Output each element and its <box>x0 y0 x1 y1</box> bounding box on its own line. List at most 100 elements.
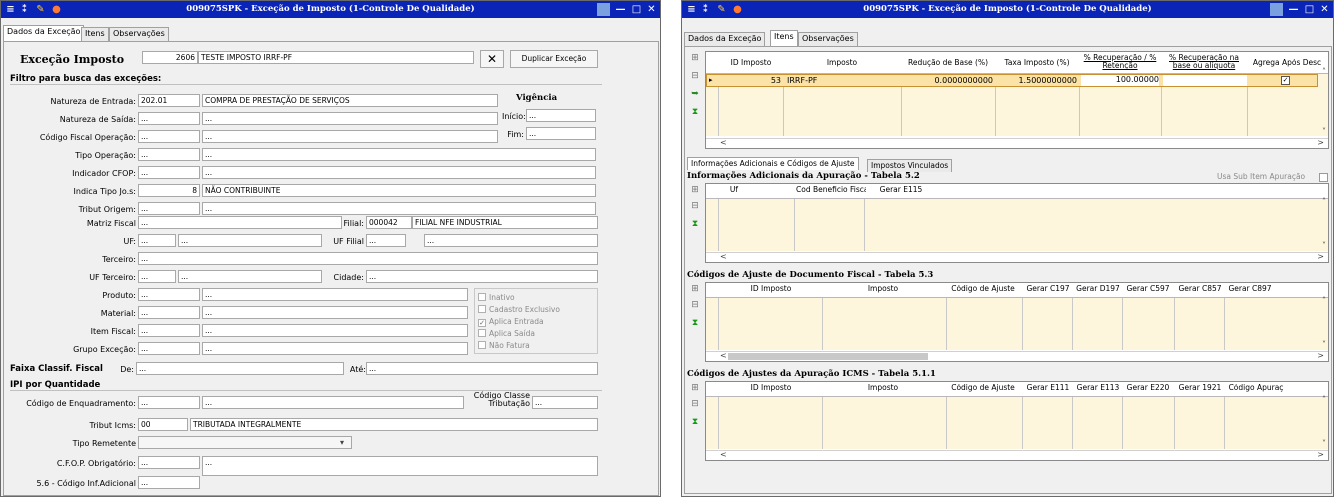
h-scrollbar[interactable]: < > <box>706 351 1328 361</box>
cell-recup-base[interactable] <box>1163 75 1247 86</box>
scroll-up-icon[interactable]: ˄ <box>1322 68 1326 76</box>
filter-icon[interactable]: ⧗ <box>689 417 701 427</box>
column-header[interactable]: Gerar E113 <box>1074 384 1122 392</box>
column-header[interactable]: Código de Ajuste <box>948 384 1018 392</box>
h-scrollbar[interactable]: < > <box>706 450 1328 460</box>
column-header[interactable]: Gerar C597 <box>1124 285 1172 293</box>
flag-checkbox[interactable]: ✓ Aplica Entrada <box>478 317 544 327</box>
column-header[interactable]: Gerar E220 <box>1124 384 1172 392</box>
title-bar[interactable]: ≡ ⁑ ✎ ● 009075SPK - Exceção de Imposto (… <box>682 1 1333 18</box>
de-field[interactable]: ... <box>136 362 344 375</box>
cell-recup[interactable]: 100.00000 <box>1081 75 1159 86</box>
insert-row-icon[interactable]: ⊞ <box>689 185 701 195</box>
column-header[interactable]: Gerar E115 <box>866 186 936 194</box>
scroll-down-icon[interactable]: ˅ <box>1322 128 1326 136</box>
close-button[interactable]: ✕ <box>1317 3 1332 16</box>
cell-taxa[interactable]: 1.5000000000 <box>997 76 1077 85</box>
delete-row-icon[interactable]: ⊟ <box>689 201 701 211</box>
col-recuperacao[interactable]: % Recuperação / % Retenção <box>1080 54 1160 70</box>
desc-field[interactable]: ... <box>202 306 468 319</box>
desc-field[interactable]: ... <box>202 112 498 125</box>
scroll-down-icon[interactable]: ˅ <box>1322 242 1326 250</box>
scroll-up-icon[interactable]: ˄ <box>1322 297 1326 305</box>
col-agrega[interactable]: Agrega Após Desc <box>1248 59 1326 67</box>
duplicate-exception-button[interactable]: Duplicar Exceção <box>510 50 598 68</box>
inicio-field[interactable]: ... <box>526 109 596 122</box>
desc-field[interactable]: ... <box>202 342 468 355</box>
code-field[interactable]: ... <box>138 324 200 337</box>
insert-row-icon[interactable]: ⊞ <box>689 284 701 294</box>
desc-field[interactable]: ... <box>202 324 468 337</box>
checkbox-box[interactable] <box>478 341 486 349</box>
exception-code-field[interactable]: 2606 <box>142 51 198 64</box>
checkbox-box[interactable] <box>478 305 486 313</box>
uf-terceiro-desc-field[interactable]: ... <box>178 270 322 283</box>
insert-row-icon[interactable]: ⊞ <box>689 383 701 393</box>
column-header[interactable]: Imposto <box>824 384 942 392</box>
code-field[interactable]: 202.01 <box>138 94 200 107</box>
scroll-thumb[interactable] <box>728 353 928 360</box>
scroll-left-icon[interactable]: < <box>720 139 727 147</box>
cell-reducao[interactable]: 0.0000000000 <box>903 76 993 85</box>
terceiro-field[interactable]: ... <box>138 252 598 265</box>
inf-adic-field[interactable]: ... <box>138 476 200 489</box>
enq-code-field[interactable]: ... <box>138 396 200 409</box>
col-reducao[interactable]: Redução de Base (%) <box>902 59 994 67</box>
cidade-field[interactable]: ... <box>366 270 598 283</box>
column-header[interactable]: Gerar C897 <box>1226 285 1274 293</box>
column-header[interactable]: Código de Ajuste <box>948 285 1018 293</box>
desc-field[interactable]: COMPRA DE PRESTAÇÃO DE SERVIÇOS <box>202 94 498 107</box>
uf-filial-code-field[interactable]: ... <box>366 234 406 247</box>
table-row[interactable]: ▸ 53 IRRF-PF 0.0000000000 1.5000000000 1… <box>706 74 1318 87</box>
uf-code-field[interactable]: ... <box>138 234 176 247</box>
column-header[interactable]: ID Imposto <box>726 384 816 392</box>
filter-icon[interactable]: ⧗ <box>689 219 701 229</box>
filter-icon[interactable]: ⧗ <box>689 318 701 328</box>
code-field[interactable]: 8 <box>138 184 200 197</box>
code-field[interactable]: ... <box>138 342 200 355</box>
column-header[interactable]: Imposto <box>824 285 942 293</box>
code-field[interactable]: ... <box>138 166 200 179</box>
usa-sub-checkbox[interactable] <box>1319 173 1328 182</box>
exception-desc-field[interactable]: TESTE IMPOSTO IRRF-PF <box>198 51 474 64</box>
checkbox-box[interactable]: ✓ <box>478 319 486 327</box>
scroll-left-icon[interactable]: < <box>720 352 727 360</box>
desc-field[interactable]: ... <box>202 288 468 301</box>
code-field[interactable]: ... <box>138 130 200 143</box>
h-scrollbar[interactable]: < > <box>706 138 1328 148</box>
fim-field[interactable]: ... <box>526 127 596 140</box>
tab-observacoes[interactable]: Observações <box>109 27 169 41</box>
scroll-right-icon[interactable]: > <box>1317 352 1324 360</box>
insert-row-icon[interactable]: ⊞ <box>689 53 701 63</box>
scroll-right-icon[interactable]: > <box>1317 253 1324 261</box>
flag-checkbox[interactable]: Não Fatura <box>478 341 530 350</box>
chevron-down-icon[interactable]: ▾ <box>340 439 344 447</box>
flag-checkbox[interactable]: Aplica Saída <box>478 329 535 338</box>
subtab-info[interactable]: Informações Adicionais e Códigos de Ajus… <box>687 157 859 170</box>
column-header[interactable]: Uf <box>726 186 742 194</box>
col-recup-base[interactable]: % Recuperação na base ou alíquota <box>1162 54 1246 70</box>
col-imposto[interactable]: Imposto <box>784 59 900 67</box>
tab-itens[interactable]: Itens <box>770 30 798 46</box>
tab-itens[interactable]: Itens <box>81 27 109 41</box>
delete-row-icon[interactable]: ⊟ <box>689 399 701 409</box>
column-header[interactable]: Código Apuraç <box>1226 384 1286 392</box>
scroll-right-icon[interactable]: > <box>1317 451 1324 459</box>
ate-field[interactable]: ... <box>366 362 598 375</box>
code-field[interactable]: ... <box>138 202 200 215</box>
checkbox-box[interactable] <box>478 293 486 301</box>
column-header[interactable]: Cod Beneficio Fiscal <box>796 186 866 194</box>
col-id-imposto[interactable]: ID Imposto <box>720 59 782 67</box>
delete-row-icon[interactable]: ⊟ <box>689 300 701 310</box>
column-header[interactable]: Gerar C857 <box>1176 285 1224 293</box>
title-bar[interactable]: ≡ ⁑ ✎ ● 009075SPK - Exceção de Imposto (… <box>1 1 660 18</box>
desc-field[interactable]: NÃO CONTRIBUINTE <box>202 184 596 197</box>
remetente-select[interactable] <box>138 436 352 449</box>
desc-field[interactable]: ... <box>202 166 596 179</box>
scroll-up-icon[interactable]: ˄ <box>1322 198 1326 206</box>
enq-desc-field[interactable]: ... <box>202 396 464 409</box>
cfop-obr-code-field[interactable]: ... <box>138 456 200 469</box>
maximize-button[interactable]: □ <box>1302 3 1317 16</box>
scroll-right-icon[interactable]: > <box>1317 139 1324 147</box>
minimize-button[interactable]: — <box>1286 3 1301 16</box>
